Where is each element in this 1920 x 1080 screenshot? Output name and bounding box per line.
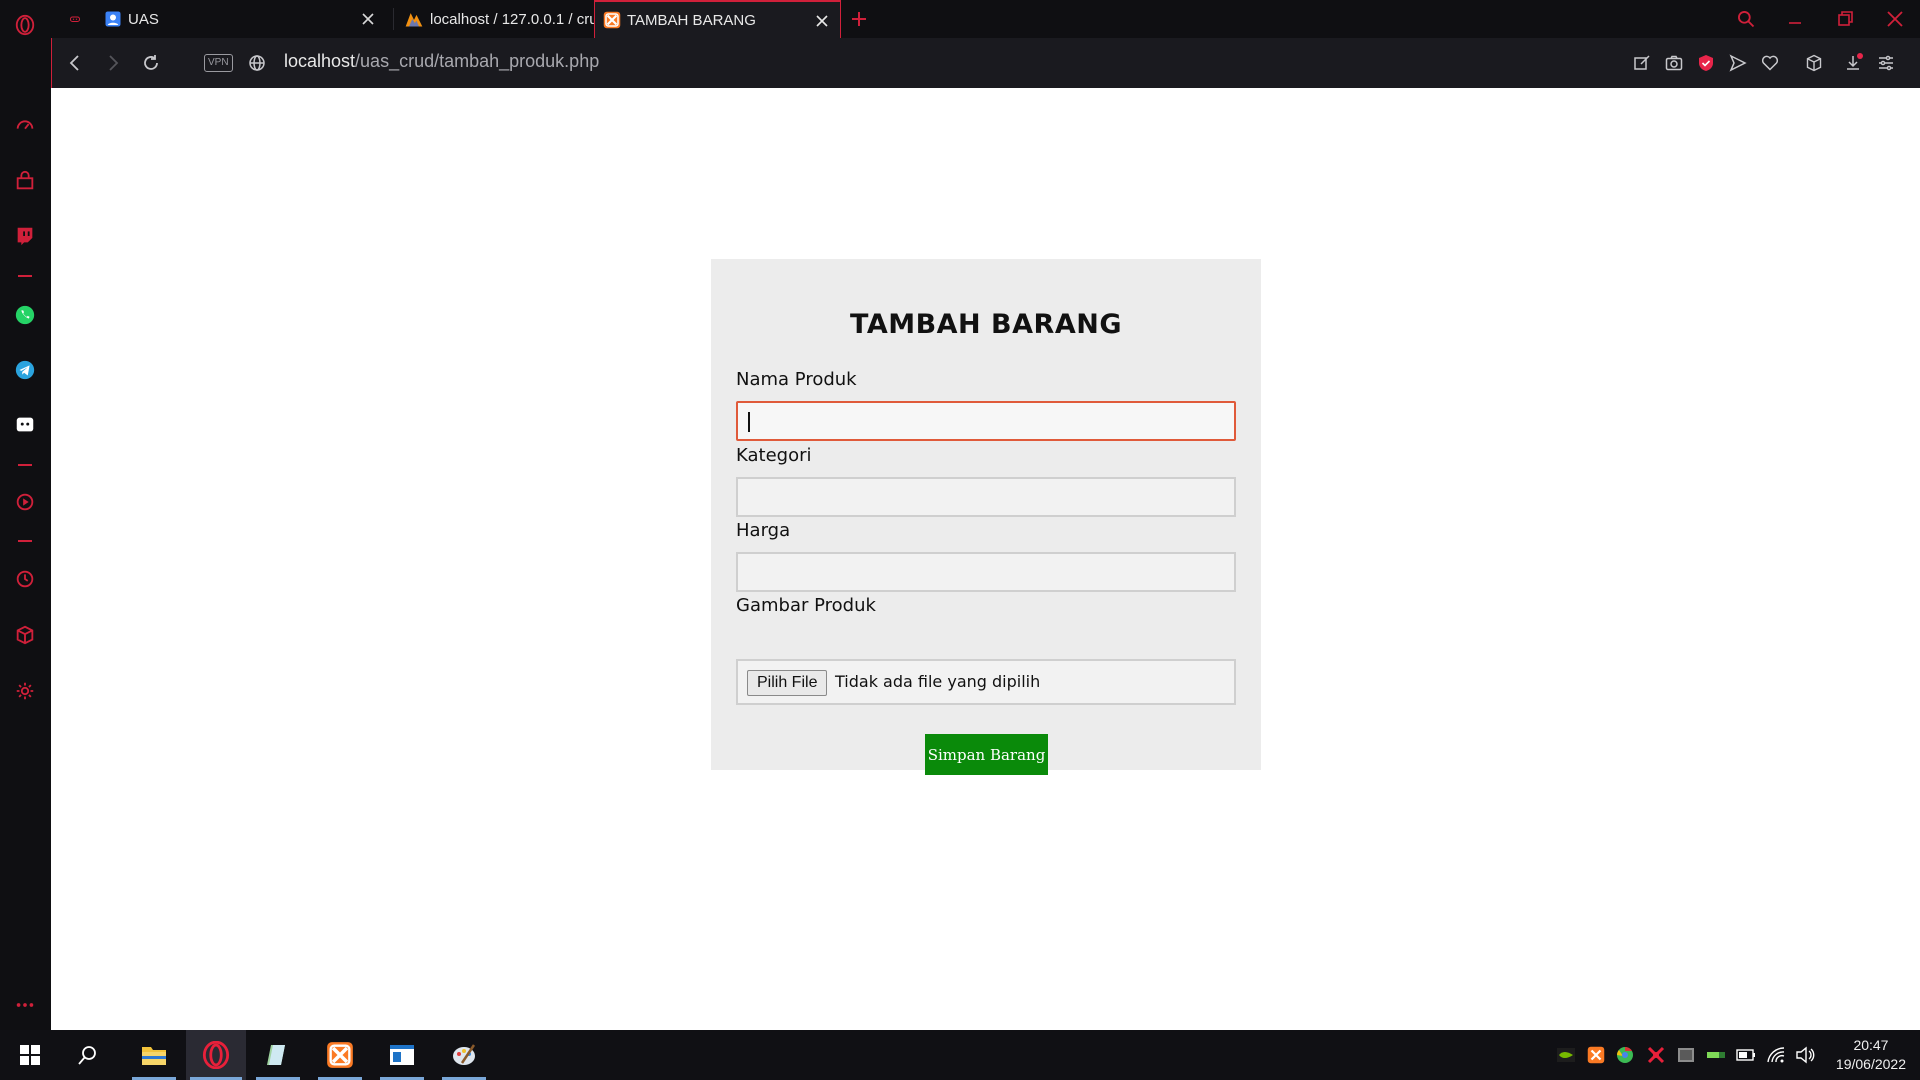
reload-icon [144, 55, 158, 70]
tab-uas[interactable]: UAS [96, 0, 386, 38]
bug-tray-icon[interactable] [1645, 1044, 1667, 1066]
chrome-remote-tray-icon[interactable] [1614, 1044, 1636, 1066]
paint-icon[interactable] [438, 1030, 490, 1080]
shopping-bag-icon[interactable] [12, 168, 38, 194]
battery-icon[interactable] [1735, 1044, 1757, 1066]
gambar-produk-file-input: Pilih File Tidak ada file yang dipilih [736, 659, 1236, 705]
app-window-icon[interactable] [376, 1030, 428, 1080]
history-icon[interactable] [12, 566, 38, 592]
tab-strip: UAS localhost / 127.0.0.1 / crud_ TAMBAH… [51, 0, 1920, 38]
minimize-window-icon[interactable] [1782, 6, 1808, 32]
telegram-icon[interactable] [12, 357, 38, 383]
screen: UAS localhost / 127.0.0.1 / crud_ TAMBAH… [0, 0, 1920, 1080]
gambar-produk-label: Gambar Produk [736, 595, 876, 616]
harga-input[interactable] [736, 552, 1236, 592]
form-title: TAMBAH BARANG [850, 309, 1122, 340]
windows-start-icon[interactable] [8, 1030, 52, 1080]
notepad-plus-icon[interactable] [252, 1030, 304, 1080]
more-options-icon[interactable] [12, 992, 38, 1018]
tab-label: TAMBAH BARANG [627, 11, 756, 29]
file-explorer-icon[interactable] [128, 1030, 180, 1080]
extensions-icon[interactable] [1802, 51, 1826, 75]
kategori-label: Kategori [736, 445, 812, 466]
clock-time: 20:47 [1853, 1037, 1889, 1053]
discord-icon[interactable] [12, 412, 38, 438]
simpan-barang-button[interactable]: Simpan Barang [925, 734, 1048, 775]
reload-button[interactable] [138, 50, 164, 76]
adblock-shield-icon[interactable] [1694, 51, 1718, 75]
chevron-left-icon [69, 55, 79, 71]
speed-dial-icon[interactable] [12, 112, 38, 138]
wifi-icon[interactable] [1765, 1044, 1787, 1066]
volume-icon[interactable] [1794, 1044, 1816, 1066]
contact-icon [105, 11, 121, 27]
easy-setup-icon[interactable] [1874, 51, 1898, 75]
file-status-text: Tidak ada file yang dipilih [835, 672, 1041, 691]
page-viewport: TAMBAH BARANG Nama Produk Kategori Harga… [51, 88, 1920, 1030]
new-tab-plus-icon[interactable] [848, 8, 870, 30]
battery-meter-tray-icon[interactable] [1705, 1044, 1727, 1066]
choose-file-button[interactable]: Pilih File [747, 670, 828, 696]
opera-taskbar-icon[interactable] [186, 1030, 246, 1080]
xampp-tray-icon[interactable] [1585, 1044, 1607, 1066]
vpn-badge[interactable]: VPN [204, 54, 233, 72]
xampp-icon [603, 11, 621, 29]
opera-logo-icon[interactable] [12, 12, 38, 38]
sidebar-separator [18, 464, 32, 466]
site-info-globe-icon[interactable] [244, 50, 270, 76]
restore-window-icon[interactable] [1832, 6, 1858, 32]
nama-produk-label: Nama Produk [736, 369, 857, 390]
workspace-gamepad-icon[interactable] [61, 0, 81, 38]
snapshot-edit-icon[interactable] [1630, 51, 1654, 75]
close-tab-icon[interactable] [814, 13, 830, 29]
nvidia-tray-icon[interactable] [1555, 1044, 1577, 1066]
settings-gear-icon[interactable] [12, 678, 38, 704]
close-tab-icon[interactable] [360, 11, 376, 27]
url-path: /uas_crud/tambah_produk.php [355, 51, 600, 71]
url-host: localhost [284, 51, 356, 71]
search-tabs-icon[interactable] [1733, 6, 1759, 32]
clock-date: 19/06/2022 [1835, 1056, 1906, 1072]
downloads-icon[interactable] [1842, 51, 1866, 75]
player-icon[interactable] [12, 489, 38, 515]
nama-produk-input[interactable] [736, 401, 1236, 441]
twitch-icon[interactable] [12, 223, 38, 249]
windows-taskbar: 20:47 19/06/2022 [0, 1030, 1920, 1080]
harga-label: Harga [736, 520, 791, 541]
bookmark-heart-icon[interactable] [1758, 51, 1782, 75]
address-bar-row: VPN localhost/uas_crud/tambah_produk.php [51, 38, 1920, 88]
extensions-cube-icon[interactable] [12, 622, 38, 648]
taskbar-clock[interactable]: 20:47 19/06/2022 [1836, 1036, 1906, 1074]
tab-label: UAS [128, 10, 159, 28]
windows-search-icon[interactable] [66, 1030, 110, 1080]
kategori-input[interactable] [736, 477, 1236, 517]
forward-button[interactable] [100, 50, 126, 76]
tab-tambah-barang[interactable]: TAMBAH BARANG [594, 0, 841, 38]
opera-sidebar [0, 0, 51, 1030]
send-flow-icon[interactable] [1726, 51, 1750, 75]
xampp-taskbar-icon[interactable] [314, 1030, 366, 1080]
sidebar-separator [18, 275, 32, 277]
chevron-right-icon [109, 55, 119, 71]
close-window-icon[interactable] [1882, 6, 1908, 32]
tab-label: localhost / 127.0.0.1 / crud_ [430, 10, 605, 28]
back-button[interactable] [62, 50, 88, 76]
tambah-barang-form: TAMBAH BARANG Nama Produk Kategori Harga… [711, 259, 1261, 775]
url-field[interactable]: localhost/uas_crud/tambah_produk.php [284, 51, 599, 72]
phpmyadmin-icon [405, 13, 423, 27]
camera-icon[interactable] [1662, 51, 1686, 75]
monitor-tray-icon[interactable] [1675, 1044, 1697, 1066]
tab-separator [393, 8, 394, 30]
whatsapp-icon[interactable] [12, 302, 38, 328]
sidebar-separator [18, 540, 32, 542]
text-caret [748, 412, 750, 432]
